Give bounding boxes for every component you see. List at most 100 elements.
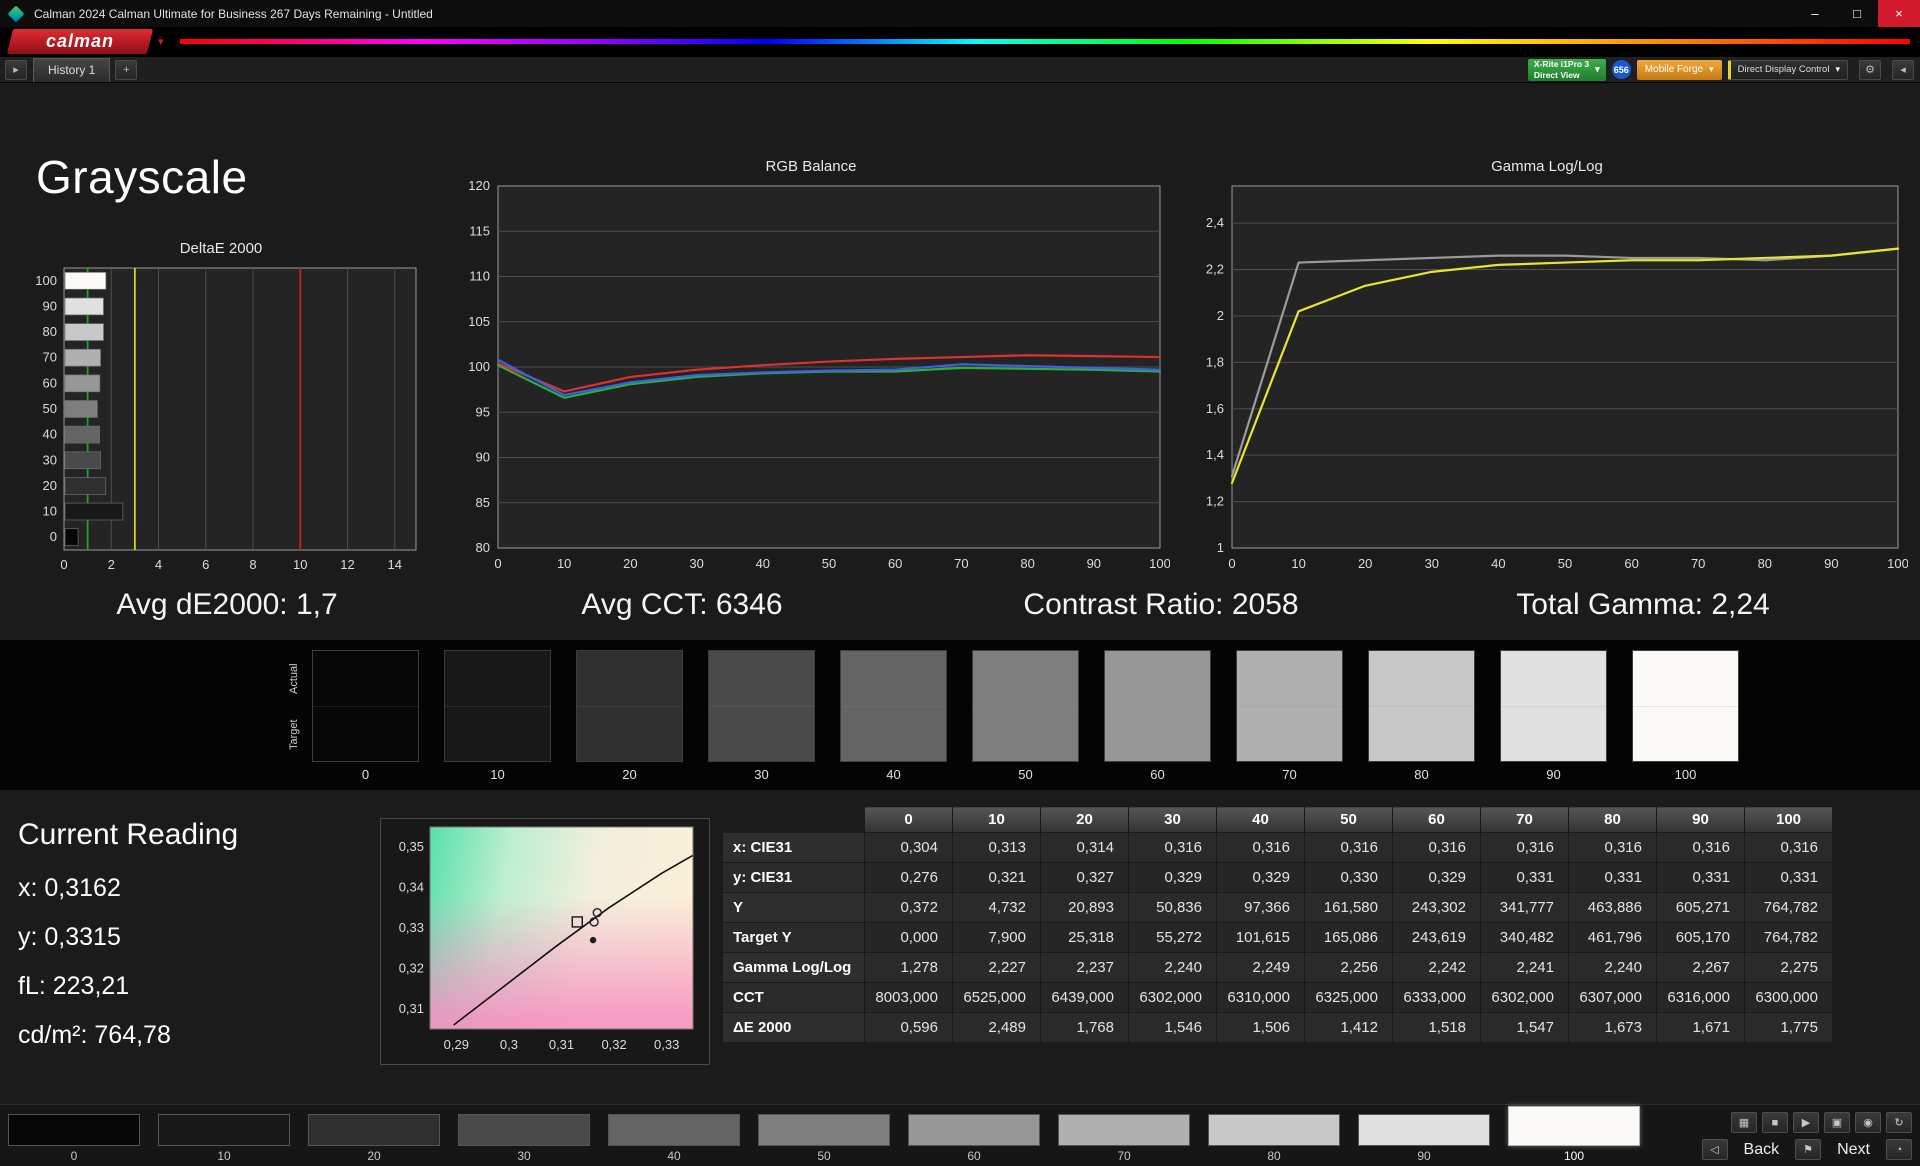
- swatch-target: [973, 706, 1078, 761]
- calman-logo[interactable]: calman: [6, 29, 154, 54]
- patch-level-label: 80: [1267, 1149, 1281, 1163]
- svg-text:115: 115: [469, 223, 490, 238]
- table-cell: 2,227: [952, 952, 1041, 983]
- patch-button-90[interactable]: 90: [1358, 1114, 1490, 1163]
- svg-text:0: 0: [50, 529, 57, 544]
- svg-text:120: 120: [468, 180, 490, 193]
- table-cell: 461,796: [1568, 922, 1657, 953]
- deltae-chart-plot: 10090807060504030201000 2 4 6 8 10 12 14: [35, 267, 417, 572]
- record-icon[interactable]: ◉: [1855, 1112, 1881, 1133]
- stop-icon[interactable]: ■: [1762, 1112, 1788, 1133]
- stat-avg-cct: Avg CCT: 6346: [581, 588, 783, 621]
- patch-color: [1208, 1114, 1340, 1146]
- patch-button-80[interactable]: 80: [1208, 1114, 1340, 1163]
- swatch-actual: [709, 651, 814, 707]
- table-row: y: CIE31 0,276 0,321 0,327 0,329 0,329 0,330 0,…: [722, 862, 1833, 893]
- back-button[interactable]: Back: [1736, 1140, 1788, 1160]
- svg-text:1,4: 1,4: [1206, 447, 1224, 462]
- minimize-button[interactable]: –: [1794, 0, 1836, 27]
- footer-nav-row: ◁ Back ⚑ Next ◔: [1650, 1139, 1912, 1160]
- chevron-down-icon: ▾: [1835, 64, 1840, 74]
- table-cell: 0,316: [1480, 832, 1569, 863]
- table-cell: 1,506: [1216, 1012, 1305, 1043]
- table-cell: 161,580: [1304, 892, 1393, 923]
- rgb-balance-chart: RGB Balance 80 85 90 95 100 105 110 115 120 0 10 20…: [452, 158, 1171, 590]
- swatch-level-label: 70: [1282, 767, 1297, 782]
- logo-menu-caret-icon[interactable]: ▾: [158, 35, 164, 48]
- table-cell: 6316,000: [1656, 982, 1745, 1013]
- pattern-window-icon[interactable]: ▦: [1731, 1112, 1757, 1133]
- swatch-target: [313, 706, 418, 761]
- svg-text:40: 40: [756, 556, 770, 571]
- patch-level-label: 70: [1117, 1149, 1131, 1163]
- gauge-icon[interactable]: ◔: [1886, 1139, 1912, 1160]
- table-cell: 341,777: [1480, 892, 1569, 923]
- svg-text:50: 50: [1558, 556, 1572, 571]
- table-cell: 2,240: [1128, 952, 1217, 983]
- patch-button-0[interactable]: 0: [8, 1114, 140, 1163]
- collapse-panel-icon[interactable]: ◂: [1892, 59, 1914, 80]
- table-row: Y 0,372 4,732 20,893 50,836 97,366 161,580 243,…: [722, 892, 1833, 923]
- table-cell: 0,316: [1128, 832, 1217, 863]
- svg-text:60: 60: [43, 375, 57, 390]
- svg-text:10: 10: [557, 556, 571, 571]
- swatch-patch: [576, 650, 683, 762]
- swatch-actual: [445, 651, 550, 707]
- svg-text:110: 110: [469, 269, 490, 284]
- table-row-label: CCT: [722, 982, 865, 1013]
- save-icon[interactable]: ▣: [1824, 1112, 1850, 1133]
- svg-text:1,6: 1,6: [1206, 401, 1224, 416]
- swatch-patch: [444, 650, 551, 762]
- table-cell: 605,271: [1656, 892, 1745, 923]
- swatch-patch: [972, 650, 1079, 762]
- table-cell: 0,331: [1656, 862, 1745, 893]
- next-button[interactable]: Next: [1829, 1140, 1878, 1160]
- table-cell: 0,313: [952, 832, 1041, 863]
- patch-button-100[interactable]: 100: [1508, 1106, 1640, 1163]
- svg-text:30: 30: [43, 452, 57, 467]
- settings-gear-icon[interactable]: ⚙: [1859, 59, 1881, 80]
- meter-device-button[interactable]: X-Rite i1Pro 3 Direct View ▾: [1527, 58, 1606, 81]
- svg-text:100: 100: [35, 273, 57, 288]
- maximize-button[interactable]: □: [1836, 0, 1878, 27]
- meter-cluster: X-Rite i1Pro 3 Direct View ▾ 656 Mobile …: [1527, 58, 1920, 81]
- patch-button-20[interactable]: 20: [308, 1114, 440, 1163]
- refresh-icon[interactable]: ↻: [1886, 1112, 1912, 1133]
- swatch-actual: [973, 651, 1078, 707]
- patch-button-70[interactable]: 70: [1058, 1114, 1190, 1163]
- svg-text:0: 0: [494, 556, 501, 571]
- profile-badge[interactable]: 656: [1611, 60, 1631, 79]
- patch-level-label: 90: [1417, 1149, 1431, 1163]
- grayscale-swatch-50: 50: [972, 650, 1079, 782]
- table-cell: 1,768: [1040, 1012, 1129, 1043]
- table-cell: 101,615: [1216, 922, 1305, 953]
- swatch-patch: [1236, 650, 1343, 762]
- history-nav-button[interactable]: ▸: [5, 59, 27, 80]
- swatch-target: [1369, 706, 1474, 761]
- swatch-target: [709, 706, 814, 761]
- table-cell: 0,316: [1744, 832, 1833, 863]
- close-button[interactable]: ×: [1878, 0, 1920, 27]
- grayscale-swatch-60: 60: [1104, 650, 1211, 782]
- svg-text:20: 20: [1358, 556, 1372, 571]
- patch-button-10[interactable]: 10: [158, 1114, 290, 1163]
- svg-text:1: 1: [1217, 540, 1224, 555]
- add-layout-button[interactable]: +: [115, 59, 138, 80]
- patch-button-40[interactable]: 40: [608, 1114, 740, 1163]
- patch-button-60[interactable]: 60: [908, 1114, 1040, 1163]
- table-cell: 2,256: [1304, 952, 1393, 983]
- table-row-label: x: CIE31: [722, 832, 865, 863]
- svg-text:80: 80: [1758, 556, 1772, 571]
- layout-tab-bar: ▸ History 1 + X-Rite i1Pro 3 Direct View…: [0, 57, 1920, 83]
- play-icon[interactable]: ▶: [1793, 1112, 1819, 1133]
- patch-button-30[interactable]: 30: [458, 1114, 590, 1163]
- table-cell: 2,489: [952, 1012, 1041, 1043]
- patch-button-50[interactable]: 50: [758, 1114, 890, 1163]
- speaker-icon[interactable]: ◁: [1701, 1139, 1728, 1160]
- tab-history-1[interactable]: History 1: [33, 57, 111, 82]
- bookmark-icon[interactable]: ⚑: [1795, 1139, 1822, 1160]
- swatch-patch: [840, 650, 947, 762]
- display-control-button[interactable]: Direct Display Control ▾: [1727, 59, 1848, 80]
- rgb-balance-chart-plot: 80 85 90 95 100 105 110 115 120 0 10 20 30 40 50 60 70 80…: [468, 178, 1171, 571]
- source-device-button[interactable]: Mobile Forge ▾: [1636, 59, 1722, 80]
